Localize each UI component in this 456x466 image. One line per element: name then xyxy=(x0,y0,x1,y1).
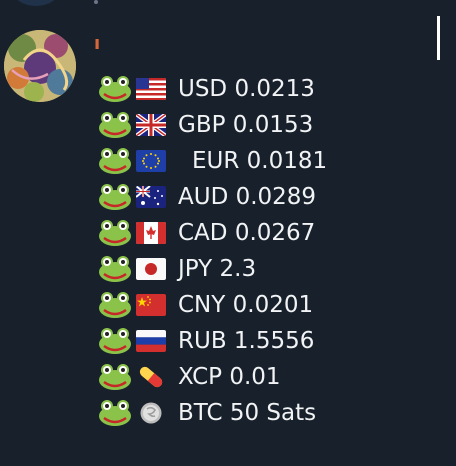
frog-icon xyxy=(99,256,131,282)
currency-rate-text: AUD 0.0289 xyxy=(178,184,317,210)
frog-icon xyxy=(99,184,131,210)
us-flag-icon xyxy=(136,78,166,100)
currency-rate-text: EUR 0.0181 xyxy=(192,148,328,174)
currency-row: RUB 1.5556 xyxy=(98,323,438,359)
eu-flag-icon xyxy=(136,150,166,172)
ru-flag-icon xyxy=(136,330,166,352)
previous-avatar xyxy=(14,0,58,6)
frog-icon xyxy=(99,112,131,138)
currency-row: BTC 50 Sats xyxy=(98,395,438,431)
pill-icon xyxy=(139,366,163,388)
currency-row: XCP 0.01 xyxy=(98,359,438,395)
currency-list: USD 0.0213 GBP 0.0153 EUR 0.0181 AUD 0.0… xyxy=(98,71,438,431)
currency-rate-text: XCP 0.01 xyxy=(178,364,281,390)
currency-row: GBP 0.0153 xyxy=(98,107,438,143)
coin-icon xyxy=(140,402,162,424)
currency-row: USD 0.0213 xyxy=(98,71,438,107)
frog-icon xyxy=(99,400,131,426)
sender-avatar[interactable] xyxy=(4,30,76,102)
frog-icon xyxy=(99,76,131,102)
currency-rate-text: BTC 50 Sats xyxy=(178,400,317,426)
currency-row: AUD 0.0289 xyxy=(98,179,438,215)
frog-icon xyxy=(99,328,131,354)
frog-icon xyxy=(99,148,131,174)
gb-flag-icon xyxy=(136,114,166,136)
currency-row: JPY 2.3 xyxy=(98,251,438,287)
frog-icon xyxy=(99,364,131,390)
cn-flag-icon xyxy=(136,294,166,316)
currency-rate-text: CAD 0.0267 xyxy=(178,220,316,246)
currency-row: CAD 0.0267 xyxy=(98,215,438,251)
sender-name-fragment: ı xyxy=(94,33,101,54)
ca-flag-icon xyxy=(136,222,166,244)
previous-message-dot xyxy=(94,0,98,4)
frog-icon xyxy=(99,220,131,246)
text-cursor xyxy=(437,16,440,60)
currency-rate-text: GBP 0.0153 xyxy=(178,112,314,138)
frog-icon xyxy=(99,292,131,318)
jp-flag-icon xyxy=(136,258,166,280)
currency-row: CNY 0.0201 xyxy=(98,287,438,323)
currency-row: EUR 0.0181 xyxy=(98,143,438,179)
au-flag-icon xyxy=(136,186,166,208)
currency-rate-text: USD 0.0213 xyxy=(178,76,315,102)
currency-rate-text: JPY 2.3 xyxy=(178,256,257,282)
currency-rate-text: RUB 1.5556 xyxy=(178,328,315,354)
currency-rate-text: CNY 0.0201 xyxy=(178,292,314,318)
